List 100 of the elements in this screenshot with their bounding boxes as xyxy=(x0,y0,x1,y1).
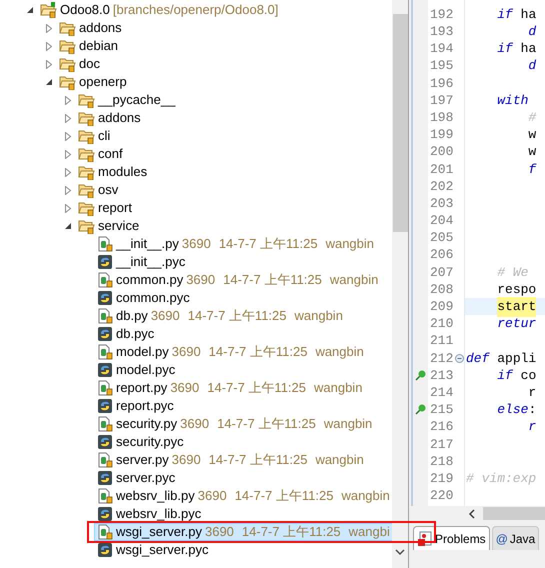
python-logo-file-icon xyxy=(97,506,113,522)
tree-item[interactable]: report.pyc xyxy=(94,397,392,415)
tree-item[interactable]: openerp xyxy=(56,73,392,91)
tree-item[interactable]: model.pyc xyxy=(94,361,392,379)
view-tab[interactable]: @ Java xyxy=(492,526,540,550)
python-file-icon xyxy=(97,272,113,288)
code-token: else xyxy=(497,401,528,420)
code-token: appli xyxy=(497,350,536,368)
code-token: if xyxy=(497,366,513,385)
code-token: r xyxy=(528,418,536,436)
tree-item[interactable]: cli xyxy=(75,127,392,145)
code-editor[interactable] xyxy=(411,0,545,506)
code-token: ha xyxy=(520,6,536,24)
folder-icon xyxy=(78,92,95,108)
code-token: r xyxy=(528,384,536,402)
expand-triangle-icon[interactable] xyxy=(64,168,72,176)
line-number: 217 xyxy=(430,436,454,454)
tree-item[interactable]: websrv_lib.py 3690 14-7-7 上午11:25 wangbin xyxy=(94,487,392,505)
tree-item[interactable]: server.py 3690 14-7-7 上午11:25 wangbin xyxy=(94,451,392,469)
line-number: 205 xyxy=(430,229,454,248)
line-number: 215 xyxy=(430,401,454,420)
tree-item[interactable]: common.pyc xyxy=(94,289,392,307)
item-name: conf xyxy=(98,145,123,164)
expand-triangle-icon[interactable] xyxy=(45,24,53,32)
code-token: : xyxy=(528,401,536,420)
tree-item[interactable]: wsgi_server.pyc xyxy=(94,541,392,559)
line-number: 218 xyxy=(430,452,454,471)
tree-item[interactable]: db.pyc xyxy=(94,325,392,343)
commit-author: wangbin xyxy=(326,235,374,254)
item-name: common.pyc xyxy=(116,289,190,308)
line-number: 203 xyxy=(430,194,454,213)
tree-item[interactable]: Odoo8.0 [branches/openerp/Odoo8.0] xyxy=(37,1,392,19)
item-name: __init__.py xyxy=(116,235,179,254)
scrollbar-thumb[interactable] xyxy=(392,14,408,232)
tree-item[interactable]: common.py 3690 14-7-7 上午11:25 wangbin xyxy=(94,271,392,289)
line-number: 197 xyxy=(430,92,454,110)
expand-triangle-icon[interactable] xyxy=(64,150,72,158)
fold-minus-icon[interactable] xyxy=(455,354,464,363)
tree-item[interactable]: addons xyxy=(75,109,392,127)
tree-item[interactable]: modules xyxy=(75,163,392,181)
tree-item[interactable]: __init__.pyc xyxy=(94,253,392,271)
revision-number: 3690 xyxy=(170,379,200,398)
expand-triangle-icon[interactable] xyxy=(45,42,53,50)
tree-item[interactable]: wsgi_server.py 3690 14-7-7 上午11:25 wangbi xyxy=(94,523,392,541)
commit-date: 14-7-7 上午11:25 xyxy=(242,523,341,542)
tree-item[interactable]: conf xyxy=(75,145,392,163)
expand-triangle-icon[interactable] xyxy=(64,204,72,212)
chevron-down-icon[interactable] xyxy=(395,549,405,556)
expand-triangle-icon[interactable] xyxy=(64,114,72,122)
tree-item[interactable]: websrv_lib.pyc xyxy=(94,505,392,523)
tree-item[interactable]: debian xyxy=(56,37,392,55)
python-file-icon xyxy=(97,344,113,360)
revision-number: 3690 xyxy=(172,451,201,470)
commit-date: 14-7-7 上午11:25 xyxy=(207,379,306,398)
line-number: 204 xyxy=(430,212,454,230)
tree-item[interactable]: __pycache__ xyxy=(75,91,392,109)
commit-date: 14-7-7 上午11:25 xyxy=(218,235,318,254)
tree-item[interactable]: doc xyxy=(56,55,392,73)
tree-item[interactable]: addons xyxy=(56,19,392,37)
tree-item[interactable]: model.py 3690 14-7-7 上午11:25 wangbin xyxy=(94,343,392,361)
code-token: def xyxy=(466,350,490,368)
line-number: 201 xyxy=(430,160,454,179)
line-number: 220 xyxy=(430,487,454,506)
python-logo-file-icon xyxy=(97,434,113,450)
tree-item[interactable]: security.pyc xyxy=(94,433,392,451)
expand-triangle-icon[interactable] xyxy=(45,60,53,68)
collapse-triangle-icon[interactable] xyxy=(45,78,53,86)
python-logo-file-icon xyxy=(97,470,113,486)
vertical-scrollbar[interactable] xyxy=(392,0,408,568)
expand-triangle-icon[interactable] xyxy=(64,186,72,194)
commit-date: 14-7-7 上午11:25 xyxy=(217,415,316,434)
item-name: model.py xyxy=(116,343,169,362)
tree-item[interactable]: osv xyxy=(75,181,392,199)
collapse-triangle-icon[interactable] xyxy=(64,222,72,230)
python-file-icon xyxy=(97,452,113,468)
tree-item[interactable]: __init__.py 3690 14-7-7 上午11:25 wangbin xyxy=(94,235,392,253)
expand-triangle-icon[interactable] xyxy=(64,132,72,140)
python-logo-file-icon xyxy=(97,290,113,306)
code-token: w xyxy=(528,126,536,144)
item-name: wsgi_server.py xyxy=(116,523,202,542)
tree-item[interactable]: security.py 3690 14-7-7 上午11:25 wangbin xyxy=(94,415,392,433)
line-number: 193 xyxy=(430,23,454,42)
code-token: retur xyxy=(497,315,536,334)
tree-item[interactable]: db.py 3690 14-7-7 上午11:25 wangbin xyxy=(94,307,392,325)
tree-item[interactable]: service xyxy=(75,217,392,235)
line-number: 199 xyxy=(430,126,454,144)
breakpoint-pin-icon[interactable] xyxy=(415,404,426,416)
tree-item[interactable]: report.py 3690 14-7-7 上午11:25 wangbin xyxy=(94,379,392,397)
item-name: modules xyxy=(98,163,148,182)
tree-item[interactable]: report xyxy=(75,199,392,217)
line-number: 216 xyxy=(430,418,454,436)
line-number: 208 xyxy=(430,280,454,299)
expand-triangle-icon[interactable] xyxy=(64,96,72,104)
collapse-triangle-icon[interactable] xyxy=(26,6,34,14)
view-tab[interactable]: Problems xyxy=(413,526,490,550)
repository-path: [branches/openerp/Odoo8.0] xyxy=(112,1,278,20)
code-token: if xyxy=(497,40,513,58)
tree-item[interactable]: server.pyc xyxy=(94,469,392,487)
python-logo-file-icon xyxy=(97,254,113,270)
breakpoint-pin-icon[interactable] xyxy=(415,370,426,382)
